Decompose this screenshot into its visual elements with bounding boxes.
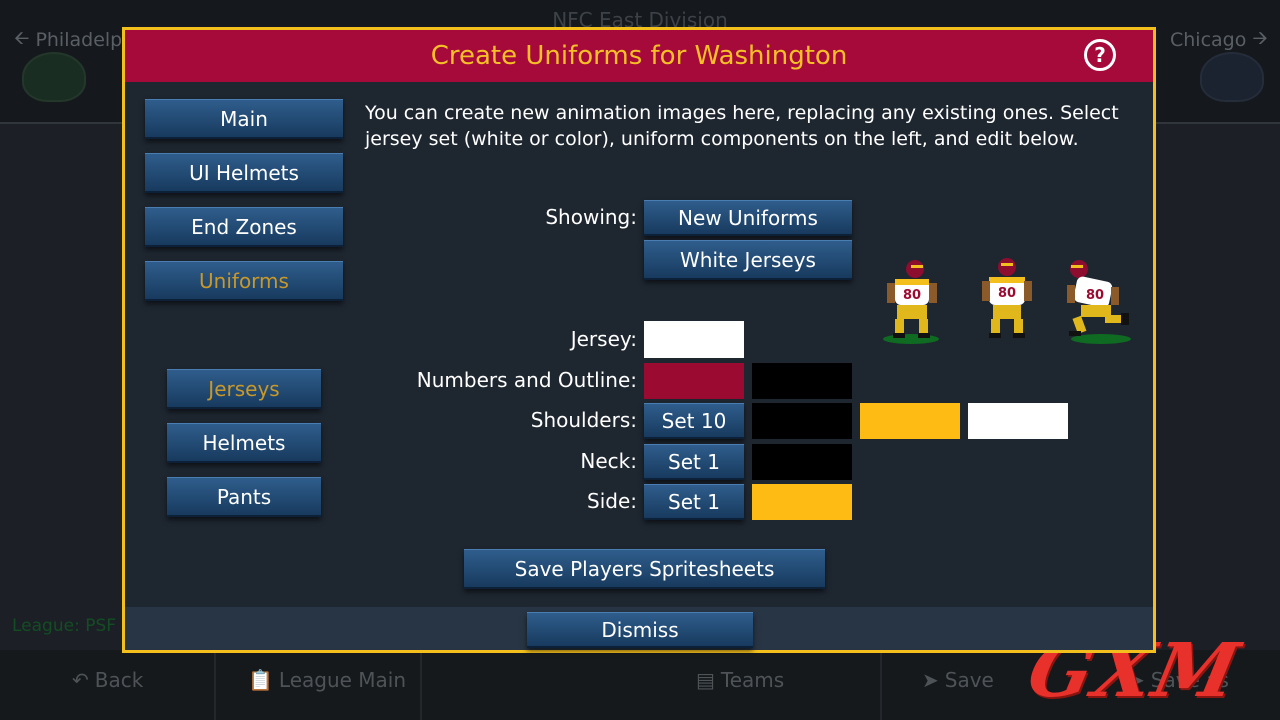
player-sprite-sprint: 80 — [1067, 260, 1131, 344]
menu-end-zones-button[interactable]: End Zones — [145, 207, 343, 247]
jersey-color-swatch[interactable] — [644, 321, 744, 358]
arrow-right-icon: ➤ — [922, 668, 939, 692]
shoulders-label: Shoulders: — [530, 408, 637, 432]
shoulders-set-button[interactable]: Set 10 — [644, 403, 744, 439]
showing-mode-button[interactable]: New Uniforms — [644, 200, 852, 236]
next-team-link[interactable]: Chicago 🡪 — [1170, 24, 1268, 56]
arrow-left-icon: 🡨 — [14, 27, 30, 49]
sprite-number: 80 — [903, 288, 921, 303]
jersey-label: Jersey: — [570, 327, 637, 351]
menu-main-button[interactable]: Main — [145, 99, 343, 139]
next-team-name: Chicago — [1170, 29, 1247, 51]
numbers-outline-label: Numbers and Outline: — [416, 368, 637, 392]
prev-team-name: Philadelp — [35, 29, 123, 51]
next-team-helmet-icon — [1200, 52, 1264, 102]
shoulders-color-swatch-1[interactable] — [752, 403, 852, 439]
component-jerseys-button[interactable]: Jerseys — [167, 369, 321, 409]
nav-teams-button[interactable]: ▤ Teams — [696, 668, 784, 692]
player-sprite-stance: 80 — [883, 260, 939, 344]
help-button[interactable]: ? — [1084, 39, 1116, 71]
numbers-color-swatch[interactable] — [644, 363, 744, 399]
jersey-set-button[interactable]: White Jerseys — [644, 240, 852, 280]
player-sprite-run: 80 — [982, 258, 1032, 338]
showing-label: Showing: — [545, 205, 637, 229]
nav-separator — [214, 650, 216, 720]
sprite-number: 80 — [998, 286, 1016, 301]
back-arrow-icon: ↶ — [72, 668, 89, 692]
clipboard-icon: 📋 — [248, 668, 273, 692]
arrow-right-icon: 🡪 — [1252, 27, 1268, 49]
neck-label: Neck: — [580, 449, 637, 473]
prev-team-helmet-icon — [22, 52, 86, 102]
nav-league-main-button[interactable]: 📋 League Main — [248, 668, 406, 692]
dismiss-button[interactable]: Dismiss — [527, 612, 753, 648]
prev-team-link[interactable]: 🡨 Philadelp — [14, 24, 122, 56]
side-label: Side: — [587, 489, 637, 513]
nav-teams-label: Teams — [720, 668, 785, 692]
shoulders-color-swatch-2[interactable] — [860, 403, 960, 439]
nav-back-button[interactable]: ↶ Back — [72, 668, 143, 692]
uniform-editor-dialog: Create Uniforms for Washington ? Main UI… — [122, 27, 1156, 653]
dialog-title: Create Uniforms for Washington — [430, 41, 848, 71]
sprite-number: 80 — [1086, 288, 1104, 303]
save-spritesheets-button[interactable]: Save Players Spritesheets — [464, 549, 825, 589]
instructions-text: You can create new animation images here… — [365, 102, 1119, 150]
side-set-button[interactable]: Set 1 — [644, 484, 744, 520]
nav-save-button[interactable]: ➤ Save — [922, 668, 994, 692]
nav-separator — [880, 650, 882, 720]
outline-color-swatch[interactable] — [752, 363, 852, 399]
bus-icon: ▤ — [696, 668, 715, 692]
nav-save-label: Save — [944, 668, 994, 692]
menu-ui-helmets-button[interactable]: UI Helmets — [145, 153, 343, 193]
component-helmets-button[interactable]: Helmets — [167, 423, 321, 463]
nav-league-main-label: League Main — [278, 668, 407, 692]
component-pants-button[interactable]: Pants — [167, 477, 321, 517]
neck-set-button[interactable]: Set 1 — [644, 444, 744, 480]
side-color-swatch[interactable] — [752, 484, 852, 520]
nav-back-label: Back — [94, 668, 144, 692]
shoulders-color-swatch-3[interactable] — [968, 403, 1068, 439]
neck-color-swatch[interactable] — [752, 444, 852, 480]
menu-uniforms-button[interactable]: Uniforms — [145, 261, 343, 301]
league-label: League: PSF — [12, 616, 117, 636]
nav-separator — [420, 650, 422, 720]
